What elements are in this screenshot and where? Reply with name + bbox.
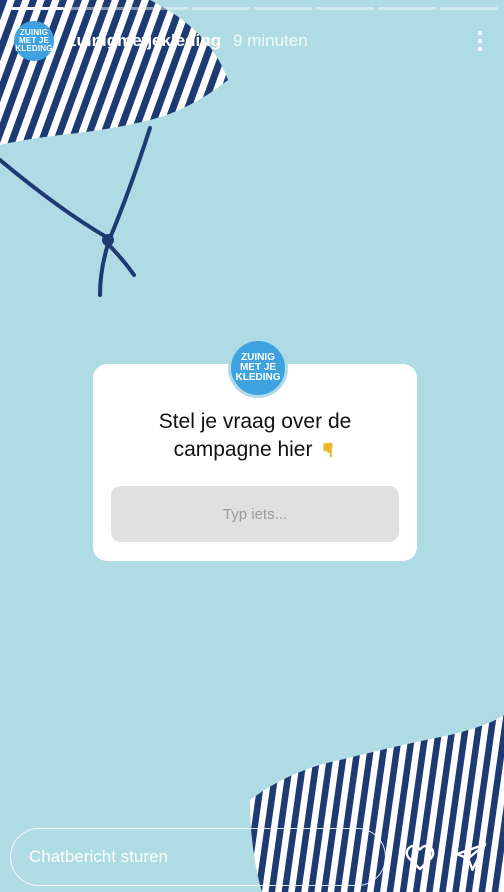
paper-plane-icon[interactable] (454, 840, 488, 874)
avatar[interactable]: ZUINIG MET JE KLEDING (14, 21, 54, 61)
progress-segment (68, 7, 126, 10)
progress-segment (316, 7, 374, 10)
username[interactable]: zuinigmetjekleding (68, 31, 221, 51)
progress-segment (254, 7, 312, 10)
story-header: ZUINIG MET JE KLEDING zuinigmetjekleding… (14, 20, 490, 62)
progress-segment (6, 7, 64, 10)
progress-segment (440, 7, 498, 10)
progress-segment (192, 7, 250, 10)
question-line-2: campagne hier ☛ (113, 436, 397, 464)
progress-segment (130, 7, 188, 10)
progress-segment (378, 7, 436, 10)
question-line-1: Stel je vraag over de (158, 410, 352, 433)
heart-icon[interactable] (403, 840, 437, 874)
answer-input[interactable]: Typ iets... (111, 486, 399, 542)
story-progress-bar (6, 7, 498, 10)
brand-logo: ZUINIG MET JE KLEDING (15, 28, 53, 53)
question-text: Stel je vraag over de campagne hier ☛ (93, 408, 417, 464)
brand-logo: ZUINIG MET JE KLEDING (235, 352, 281, 383)
sticker-avatar: ZUINIG MET JE KLEDING (228, 338, 288, 398)
post-time: 9 minuten (233, 31, 308, 50)
pointing-hand-icon: ☛ (316, 441, 339, 459)
more-options-icon[interactable] (470, 27, 490, 55)
story-viewer: ZUINIG MET JE KLEDING zuinigmetjekleding… (0, 0, 504, 892)
message-input[interactable]: Chatbericht sturen (10, 828, 386, 886)
